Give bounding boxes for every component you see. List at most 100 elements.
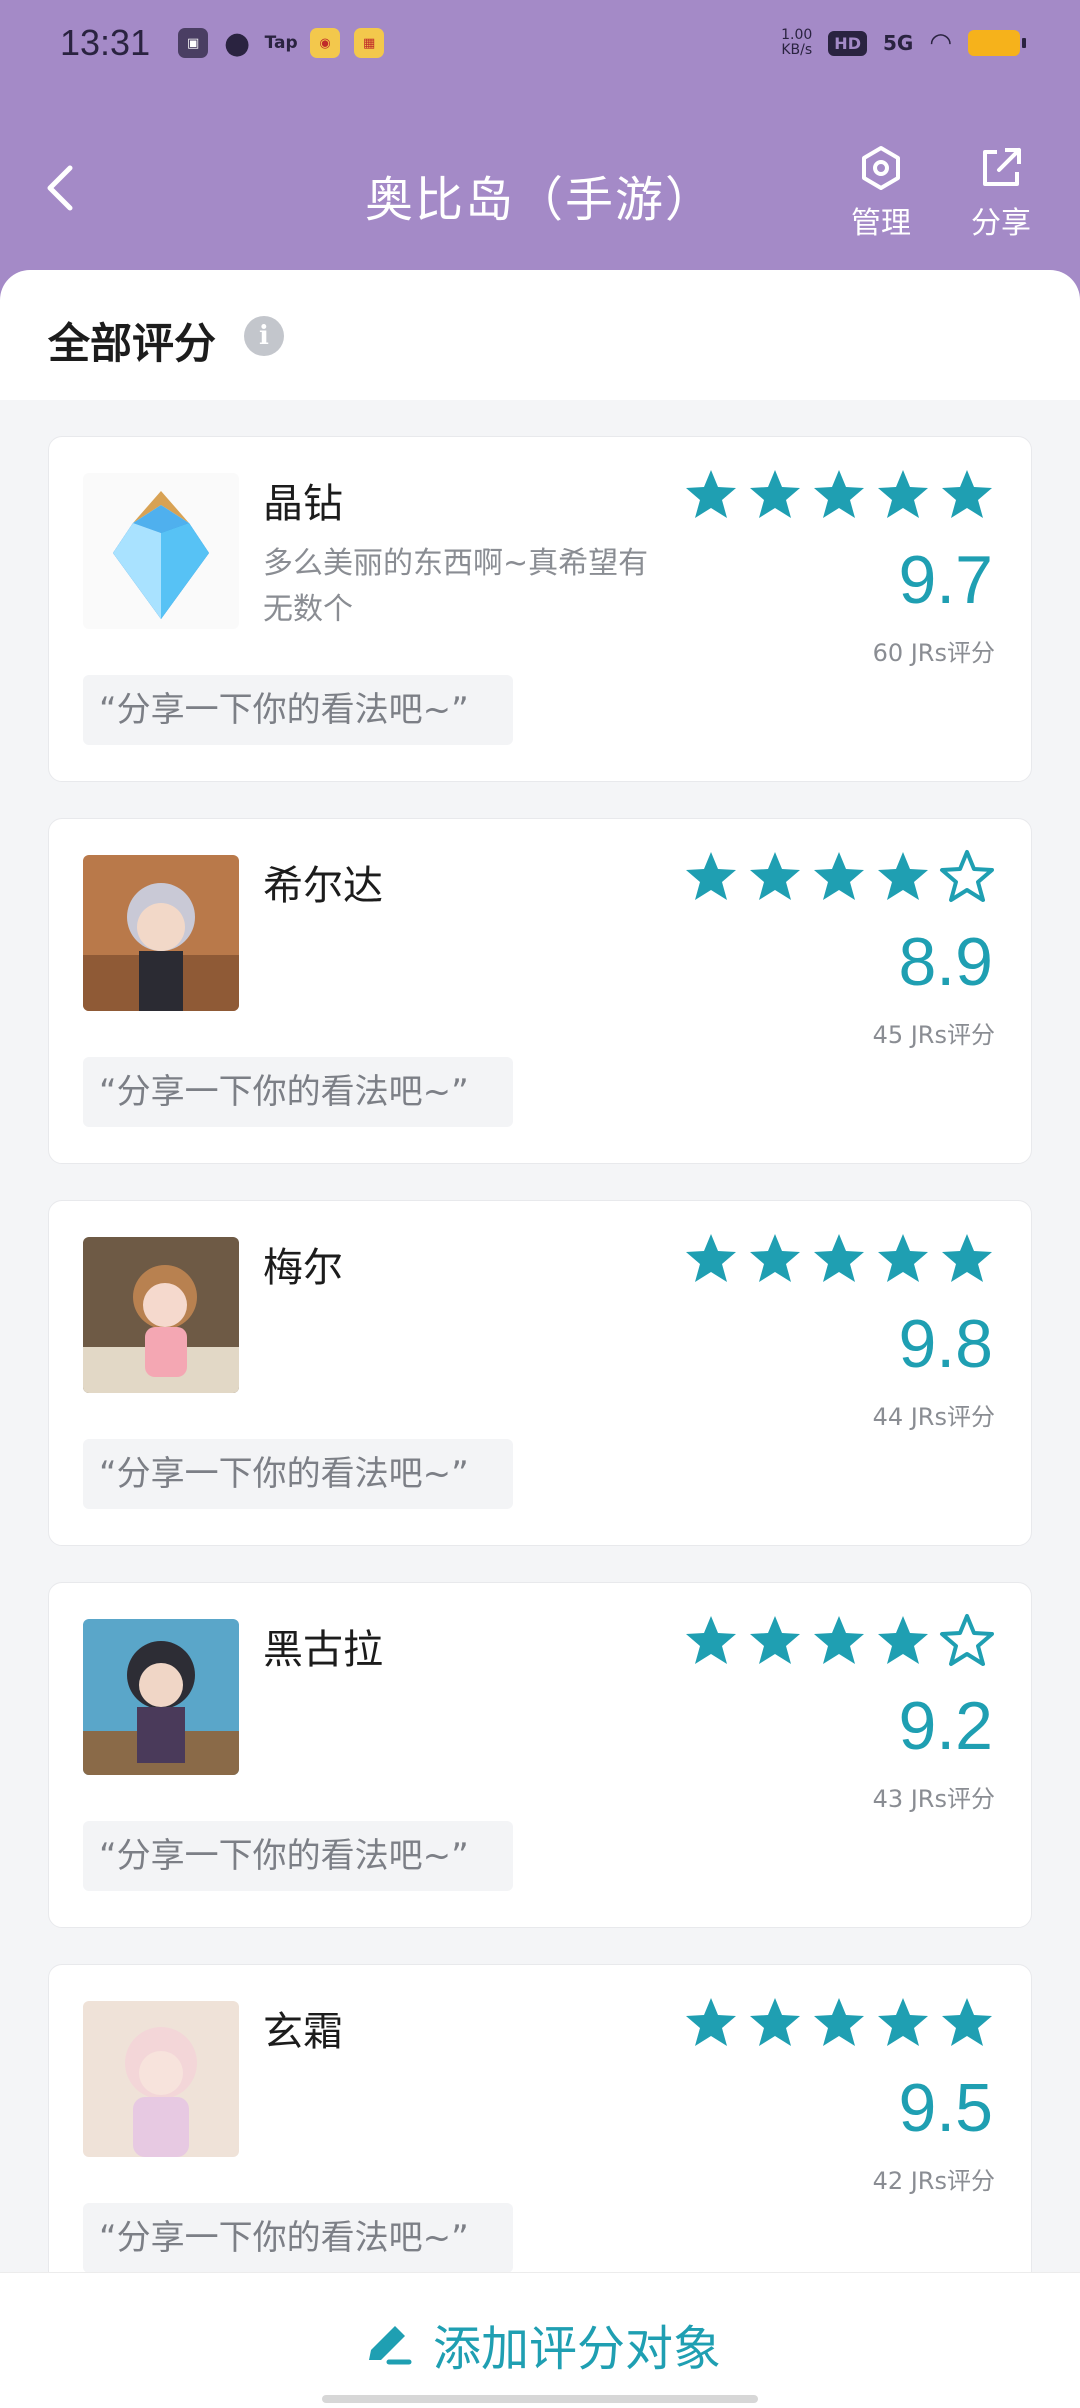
character-avatar-icon <box>83 1619 239 1775</box>
star-filled-icon <box>878 1234 928 1282</box>
star-filled-icon <box>750 1616 800 1664</box>
item-name: 希尔达 <box>263 863 383 909</box>
item-name: 梅尔 <box>263 1245 343 1291</box>
star-filled-icon <box>686 1998 736 2046</box>
star-filled-icon <box>686 852 736 900</box>
share-icon <box>983 148 1021 186</box>
rating-card[interactable]: 希尔达 8.9 45 JRs评分 “分享一下你的看法吧~” <box>48 818 1032 1164</box>
star-outline-icon <box>940 1614 994 1666</box>
item-score: 9.2 <box>898 1688 993 1764</box>
edit-pen-icon <box>368 2326 412 2365</box>
star-filled-icon <box>750 470 800 518</box>
weibo-icon: ◉ <box>310 28 341 58</box>
rating-card[interactable]: 黑古拉 9.2 43 JRs评分 “分享一下你的看法吧~” <box>48 1582 1032 1928</box>
info-icon[interactable]: i <box>244 316 284 356</box>
item-avatar <box>83 1237 239 1393</box>
status-time: 13:31 <box>60 22 151 63</box>
back-button[interactable] <box>40 158 90 218</box>
rating-count: 45 JRs评分 <box>872 1021 995 1049</box>
share-opinion-prompt[interactable]: “分享一下你的看法吧~” <box>83 1821 513 1891</box>
rating-card[interactable]: 玄霜 9.5 42 JRs评分 “分享一下你的看法吧~” <box>48 1964 1032 2310</box>
star-filled-icon <box>814 470 864 518</box>
section-header: 全部评分 i <box>0 270 1080 400</box>
diamond-icon <box>83 473 239 629</box>
star-filled-icon <box>814 1234 864 1282</box>
star-outline-icon <box>940 850 994 902</box>
status-right: 1.00 KB/s HD 5G ◠ <box>781 28 1026 58</box>
nav-bar: 奥比岛（手游） 管理 分享 <box>0 130 1080 250</box>
rating-count: 42 JRs评分 <box>872 2167 995 2195</box>
item-name: 晶钻 <box>263 481 343 527</box>
chevron-left-icon <box>47 165 73 211</box>
star-rating <box>683 849 995 905</box>
rating-card[interactable]: 梅尔 9.8 44 JRs评分 “分享一下你的看法吧~” <box>48 1200 1032 1546</box>
item-avatar <box>83 855 239 1011</box>
star-rating <box>683 1995 995 2051</box>
signal-5g-icon: 5G <box>882 31 914 55</box>
net-speed-unit: KB/s <box>781 42 813 58</box>
rating-count: 44 JRs评分 <box>872 1403 995 1431</box>
star-filled-icon <box>814 852 864 900</box>
net-speed-value: 1.00 <box>781 27 813 43</box>
hexagon-settings-icon <box>862 146 900 190</box>
bottom-bar: 添加评分对象 <box>0 2272 1080 2408</box>
share-button[interactable]: 分享 <box>956 140 1046 242</box>
item-name: 黑古拉 <box>263 1627 383 1673</box>
share-opinion-prompt[interactable]: “分享一下你的看法吧~” <box>83 2203 513 2273</box>
star-filled-icon <box>750 1234 800 1282</box>
character-avatar-icon <box>83 1237 239 1393</box>
star-rating <box>683 1231 995 1287</box>
share-opinion-prompt[interactable]: “分享一下你的看法吧~” <box>83 1439 513 1509</box>
chat-icon: ● <box>224 25 251 61</box>
item-avatar <box>83 2001 239 2157</box>
share-opinion-prompt[interactable]: “分享一下你的看法吧~” <box>83 675 513 745</box>
add-rating-object-label: 添加评分对象 <box>432 2321 721 2377</box>
section-title: 全部评分 <box>48 319 217 368</box>
game-app-icon: ▦ <box>354 28 385 58</box>
star-filled-icon <box>942 470 992 518</box>
share-label: 分享 <box>971 206 1031 241</box>
net-speed: 1.00 KB/s <box>781 28 812 58</box>
star-filled-icon <box>750 852 800 900</box>
add-rating-object-button[interactable]: 添加评分对象 <box>0 2309 1080 2379</box>
item-score: 9.8 <box>898 1306 993 1382</box>
star-filled-icon <box>878 470 928 518</box>
item-name: 玄霜 <box>263 2009 343 2055</box>
wifi-icon: ◠ <box>929 28 952 58</box>
character-avatar-icon <box>83 855 239 1011</box>
rating-count: 60 JRs评分 <box>872 639 995 667</box>
item-score: 9.7 <box>898 542 993 618</box>
star-filled-icon <box>878 1998 928 2046</box>
status-bar: 13:31 ▣ ● Tap ◉ ▦ 1.00 KB/s HD 5G ◠ <box>0 0 1080 86</box>
character-avatar-icon <box>83 2001 239 2157</box>
star-rating <box>683 1613 995 1669</box>
star-filled-icon <box>814 1616 864 1664</box>
rating-count: 43 JRs评分 <box>872 1785 995 1813</box>
header: 13:31 ▣ ● Tap ◉ ▦ 1.00 KB/s HD 5G ◠ 奥比岛（… <box>0 0 1080 300</box>
star-rating <box>683 467 995 523</box>
item-avatar <box>83 1619 239 1775</box>
share-opinion-prompt[interactable]: “分享一下你的看法吧~” <box>83 1057 513 1127</box>
hd-icon: HD <box>828 30 867 56</box>
rating-card[interactable]: 晶钻 多么美丽的东西啊~真希望有无数个 9.7 60 JRs评分 “分享一下你的… <box>48 436 1032 782</box>
star-filled-icon <box>814 1998 864 2046</box>
item-score: 9.5 <box>898 2070 993 2146</box>
item-avatar <box>83 473 239 629</box>
manage-button[interactable]: 管理 <box>836 140 926 242</box>
battery-icon <box>968 30 1026 56</box>
star-filled-icon <box>942 1998 992 2046</box>
manage-label: 管理 <box>851 206 911 241</box>
star-filled-icon <box>686 1234 736 1282</box>
home-indicator[interactable] <box>322 2395 758 2403</box>
app-notification-icon: ▣ <box>178 28 209 58</box>
item-score: 8.9 <box>898 924 993 1000</box>
star-filled-icon <box>878 852 928 900</box>
item-description: 多么美丽的东西啊~真希望有无数个 <box>263 546 649 627</box>
star-filled-icon <box>878 1616 928 1664</box>
tap-icon: Tap <box>264 33 298 53</box>
star-filled-icon <box>750 1998 800 2046</box>
star-filled-icon <box>686 1616 736 1664</box>
star-filled-icon <box>686 470 736 518</box>
page-title: 奥比岛（手游） <box>364 172 715 228</box>
star-filled-icon <box>942 1234 992 1282</box>
